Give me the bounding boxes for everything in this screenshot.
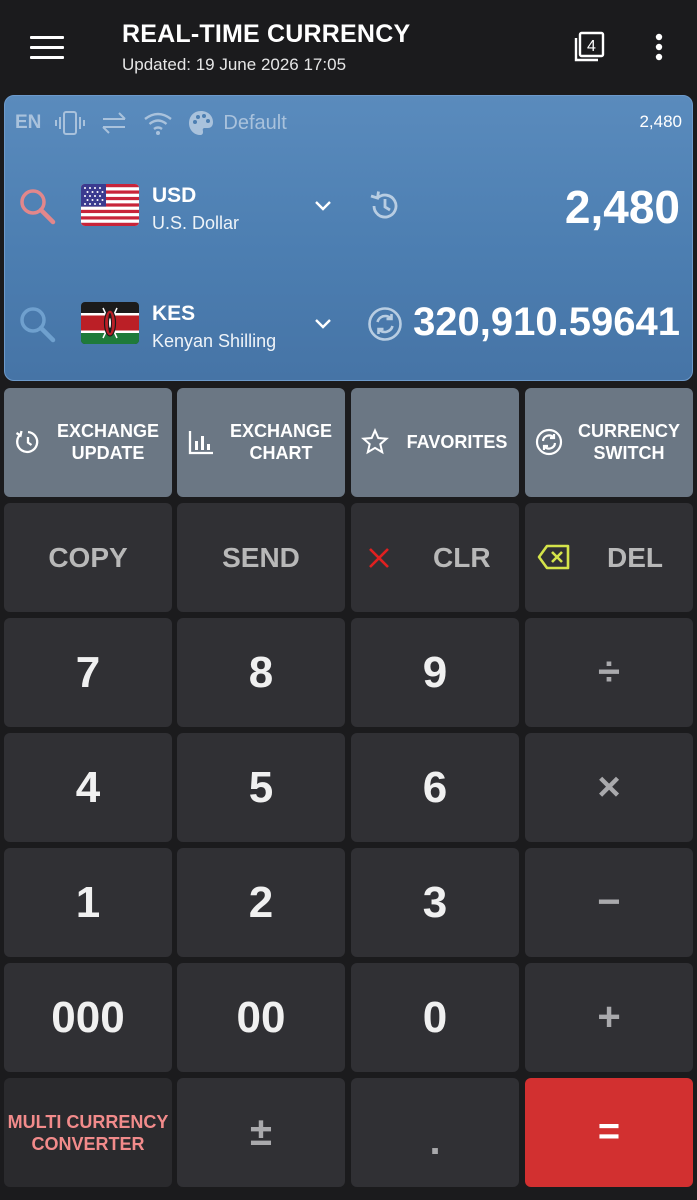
- copy-button[interactable]: COPY: [4, 503, 172, 612]
- send-label: SEND: [222, 541, 300, 573]
- key-0[interactable]: 0: [351, 963, 519, 1072]
- key-9[interactable]: 9: [351, 618, 519, 727]
- page-title: REAL-TIME CURRENCY: [122, 20, 411, 48]
- search-icon[interactable]: [17, 186, 57, 226]
- key-5[interactable]: 5: [177, 733, 345, 842]
- exchange-chart-line1: EXCHANGE: [229, 421, 332, 441]
- minus-button[interactable]: −: [525, 848, 693, 957]
- divide-button[interactable]: ÷: [525, 618, 693, 727]
- exchange-chart-line2: CHART: [249, 443, 313, 463]
- minus-label: −: [597, 880, 621, 924]
- clock-refresh-icon: [15, 430, 39, 454]
- key-00-label: 00: [236, 992, 286, 1042]
- key-6[interactable]: 6: [351, 733, 519, 842]
- delete-button[interactable]: DEL: [525, 503, 693, 612]
- divide-label: ÷: [598, 650, 620, 694]
- to-currency-name[interactable]: Kenyan Shilling: [152, 331, 276, 352]
- backspace-icon: [537, 544, 570, 570]
- decimal-label: .: [429, 1119, 441, 1163]
- key-2[interactable]: 2: [177, 848, 345, 957]
- menu-icon[interactable]: [30, 34, 64, 60]
- chevron-down-icon[interactable]: [311, 194, 335, 218]
- search-icon[interactable]: [17, 304, 57, 344]
- star-icon: [361, 428, 389, 455]
- favorites-label: FAVORITES: [406, 432, 508, 452]
- currency-switch-line1: CURRENCY: [577, 421, 680, 441]
- tab-count: 4: [587, 38, 596, 55]
- converter-panel: EN Default 2,480 USD U.S. Dollar 2,480 K…: [4, 95, 693, 381]
- multi-currency-converter-button[interactable]: MULTI CURRENCY CONVERTER: [4, 1078, 172, 1187]
- us-flag-icon: [81, 184, 139, 226]
- key-2-label: 2: [248, 877, 274, 927]
- key-3[interactable]: 3: [351, 848, 519, 957]
- refresh-rate-icon[interactable]: [367, 306, 403, 342]
- key-00[interactable]: 00: [177, 963, 345, 1072]
- key-9-label: 9: [422, 647, 448, 697]
- favorites-button[interactable]: FAVORITES: [351, 388, 519, 497]
- exchange-update-line1: EXCHANGE: [56, 421, 159, 441]
- key-6-label: 6: [422, 762, 448, 812]
- plus-button[interactable]: +: [525, 963, 693, 1072]
- send-button[interactable]: SEND: [177, 503, 345, 612]
- key-8-label: 8: [248, 647, 274, 697]
- key-1-label: 1: [75, 877, 101, 927]
- kenya-flag-icon: [81, 302, 139, 344]
- multiply-label: ×: [597, 765, 621, 809]
- to-currency-code[interactable]: KES: [152, 302, 195, 326]
- key-8[interactable]: 8: [177, 618, 345, 727]
- last-updated: Updated: 19 June 2026 17:05: [122, 55, 347, 74]
- plus-label: +: [597, 995, 621, 1039]
- plus-minus-button[interactable]: ±: [177, 1078, 345, 1187]
- history-icon[interactable]: [367, 188, 403, 224]
- key-4[interactable]: 4: [4, 733, 172, 842]
- switch-icon: [535, 428, 563, 456]
- swap-arrows-icon[interactable]: [99, 110, 129, 136]
- language-toggle[interactable]: EN: [15, 112, 41, 134]
- copy-label: COPY: [48, 541, 128, 573]
- from-currency-code[interactable]: USD: [152, 184, 196, 208]
- status-row: EN Default: [15, 108, 287, 138]
- chevron-down-icon[interactable]: [311, 312, 335, 336]
- from-amount[interactable]: 2,480: [565, 180, 680, 234]
- key-4-label: 4: [75, 762, 101, 812]
- bar-chart-icon: [188, 431, 213, 455]
- key-000[interactable]: 000: [4, 963, 172, 1072]
- vibrate-icon[interactable]: [55, 110, 86, 136]
- to-amount[interactable]: 320,910.59641: [413, 300, 680, 345]
- more-options-icon[interactable]: [646, 30, 672, 64]
- theme-label[interactable]: Default: [223, 112, 286, 135]
- mini-amount: 2,480: [639, 112, 682, 131]
- decimal-button[interactable]: .: [351, 1078, 519, 1187]
- plus-minus-label: ±: [250, 1110, 272, 1154]
- currency-switch-line2: SWITCH: [593, 443, 665, 463]
- tabs-icon[interactable]: 4: [572, 30, 606, 64]
- key-5-label: 5: [248, 762, 274, 812]
- palette-icon[interactable]: [187, 109, 215, 137]
- delete-label: DEL: [607, 541, 663, 573]
- equals-label: =: [597, 1111, 621, 1153]
- multi-currency-line1: MULTI CURRENCY: [7, 1111, 169, 1132]
- multi-currency-line2: CONVERTER: [31, 1133, 145, 1154]
- close-icon: [369, 548, 389, 568]
- key-0-label: 0: [422, 992, 448, 1042]
- exchange-chart-button[interactable]: EXCHANGE CHART: [177, 388, 345, 497]
- clear-label: CLR: [433, 541, 491, 573]
- equals-button[interactable]: =: [525, 1078, 693, 1187]
- exchange-update-line2: UPDATE: [71, 443, 145, 463]
- wifi-icon[interactable]: [143, 110, 173, 136]
- multiply-button[interactable]: ×: [525, 733, 693, 842]
- key-7-label: 7: [75, 647, 101, 697]
- key-000-label: 000: [51, 992, 125, 1042]
- app-header: REAL-TIME CURRENCY Updated: 19 June 2026…: [0, 0, 697, 92]
- clear-button[interactable]: CLR: [351, 503, 519, 612]
- key-3-label: 3: [422, 877, 448, 927]
- key-1[interactable]: 1: [4, 848, 172, 957]
- key-7[interactable]: 7: [4, 618, 172, 727]
- currency-switch-button[interactable]: CURRENCY SWITCH: [525, 388, 693, 497]
- exchange-update-button[interactable]: EXCHANGE UPDATE: [4, 388, 172, 497]
- from-currency-name[interactable]: U.S. Dollar: [152, 213, 239, 234]
